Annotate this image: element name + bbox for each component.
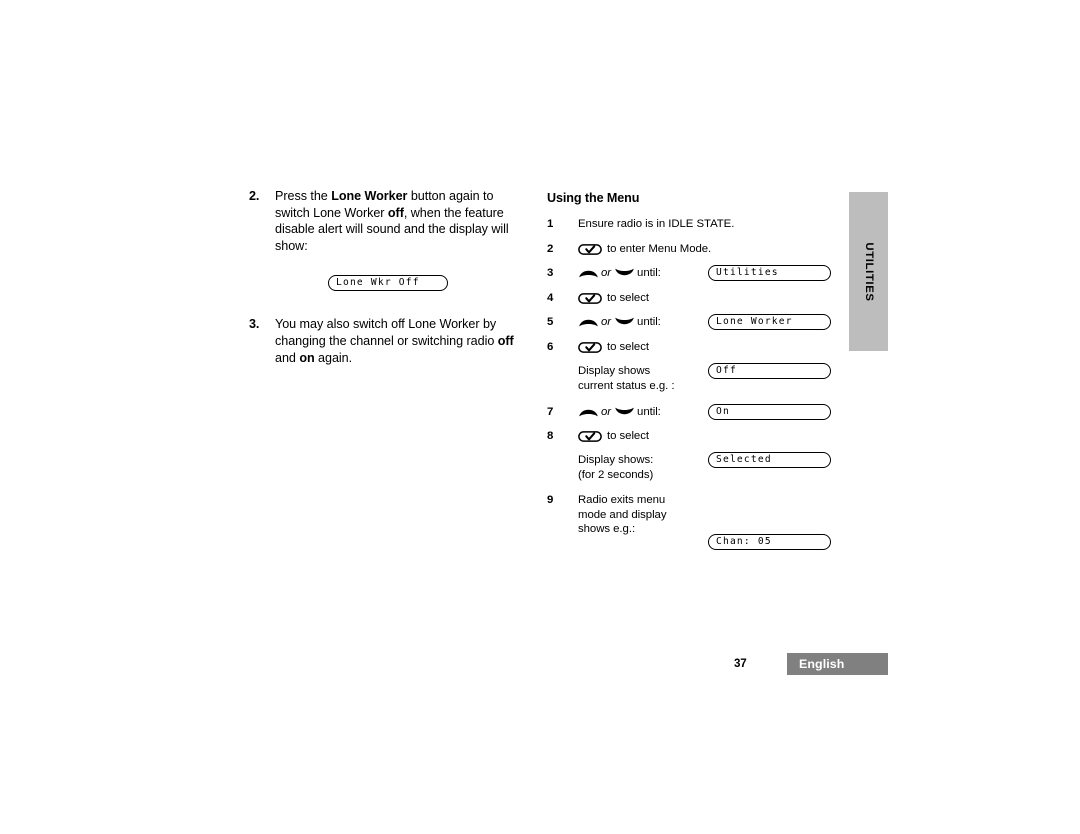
menu-step-text: to select — [607, 341, 649, 353]
menu-select-key-icon — [578, 341, 602, 353]
left-step-3-number: 3. — [249, 317, 260, 332]
menu-step-text-line: mode and display — [578, 508, 667, 521]
menu-step-number: 9 — [547, 494, 554, 506]
menu-step-text: until: — [637, 316, 661, 328]
scroll-down-key-icon — [614, 267, 635, 279]
menu-step-row: 1 Ensure radio is in IDLE STATE. — [547, 217, 847, 231]
menu-step-number: 4 — [547, 292, 554, 304]
menu-step-number: 7 — [547, 406, 554, 418]
section-tab-utilities: UTILITIES — [849, 192, 888, 351]
left-step-3-text: You may also switch off Lone Worker by c… — [275, 317, 514, 365]
menu-step-body: to select — [578, 291, 728, 305]
menu-step-number: 8 — [547, 430, 554, 442]
scroll-up-key-icon — [578, 316, 599, 328]
menu-step-body: or until: — [578, 266, 728, 280]
menu-step-text-line: Radio exits menu — [578, 494, 666, 506]
menu-step-body: to enter Menu Mode. — [578, 242, 728, 256]
menu-step-number: 3 — [547, 267, 554, 279]
menu-step-row: Display shows: (for 2 seconds) Selected — [547, 452, 847, 481]
menu-step-row: 9 Radio exits menu mode and display shows e… — [547, 493, 847, 550]
menu-step-text: until: — [637, 267, 661, 279]
menu-step-row: 7 or until: On — [547, 404, 847, 420]
scroll-up-key-icon — [578, 406, 599, 418]
menu-step-text: to select — [607, 292, 649, 304]
menu-select-key-icon — [578, 243, 602, 255]
using-the-menu-heading: Using the Menu — [547, 191, 640, 205]
lcd-display: Lone Worker — [708, 314, 831, 330]
menu-step-body: Display shows: (for 2 seconds) — [578, 453, 728, 482]
menu-step-body: or until: — [578, 405, 728, 419]
menu-step-or-label: or — [601, 316, 612, 328]
menu-step-text: Ensure radio is in IDLE STATE. — [578, 218, 735, 230]
scroll-up-key-icon — [578, 267, 599, 279]
menu-step-body: Radio exits menu mode and display shows e.… — [578, 493, 728, 537]
menu-step-or-label: or — [601, 406, 612, 418]
scroll-down-key-icon — [614, 316, 635, 328]
menu-step-text: to enter Menu Mode. — [607, 243, 712, 255]
menu-step-text: until: — [637, 406, 661, 418]
menu-step-number: 6 — [547, 341, 554, 353]
footer-language-badge: English — [787, 653, 888, 675]
menu-step-text-line: Display shows: — [578, 454, 654, 466]
lcd-display: Chan: 05 — [708, 534, 831, 550]
menu-step-or-label: or — [601, 267, 612, 279]
menu-step-text: to select — [607, 430, 649, 442]
menu-select-key-icon — [578, 292, 602, 304]
right-column: Using the Menu 1 Ensure radio is in IDLE … — [547, 191, 847, 550]
left-step-2: 2. Press the Lone Worker button again to… — [249, 188, 531, 254]
footer-language-label: English — [799, 657, 845, 671]
menu-step-text-line: current status e.g. : — [578, 379, 675, 392]
menu-select-key-icon — [578, 430, 602, 442]
lcd-display: Selected — [708, 452, 831, 468]
menu-step-body: Ensure radio is in IDLE STATE. — [578, 217, 734, 231]
menu-step-text-line: (for 2 seconds) — [578, 468, 654, 481]
footer-page-number: 37 — [734, 657, 747, 670]
menu-step-body: to select — [578, 340, 728, 354]
menu-step-number: 5 — [547, 316, 554, 328]
menu-step-text-line: shows e.g.: — [578, 523, 636, 536]
left-step-3: 3. You may also switch off Lone Worker b… — [249, 316, 531, 366]
menu-step-body: Display shows current status e.g. : — [578, 364, 728, 393]
lcd-display: Off — [708, 363, 831, 379]
menu-step-row: 6 to select — [547, 340, 847, 354]
scroll-down-key-icon — [614, 406, 635, 418]
menu-step-row: 2 to enter Menu Mode. — [547, 242, 847, 256]
menu-step-number: 1 — [547, 218, 554, 230]
section-tab-utilities-label: UTILITIES — [862, 241, 875, 302]
manual-page: 2. Press the Lone Worker button again to… — [0, 0, 1080, 834]
left-step-2-text: Press the Lone Worker button again to sw… — [275, 189, 509, 253]
lcd-display: Utilities — [708, 265, 831, 281]
menu-step-body: or until: — [578, 315, 728, 329]
menu-step-row: 8 to select — [547, 429, 847, 443]
lcd-display-lone-wkr-off: Lone Wkr Off — [328, 275, 448, 291]
menu-step-text-line: Display shows — [578, 365, 651, 377]
menu-step-row: Display shows current status e.g. : Off — [547, 363, 847, 392]
lcd-display: On — [708, 404, 831, 420]
menu-step-row: 5 or until: Lone Worker — [547, 314, 847, 330]
menu-step-number: 2 — [547, 243, 554, 255]
menu-steps-list: 1 Ensure radio is in IDLE STATE. 2 to enter… — [547, 217, 847, 550]
menu-step-row: 4 to select — [547, 291, 847, 305]
left-step-2-number: 2. — [249, 189, 260, 203]
menu-step-body: to select — [578, 429, 728, 443]
menu-step-row: 3 or until: Utilities — [547, 265, 847, 281]
